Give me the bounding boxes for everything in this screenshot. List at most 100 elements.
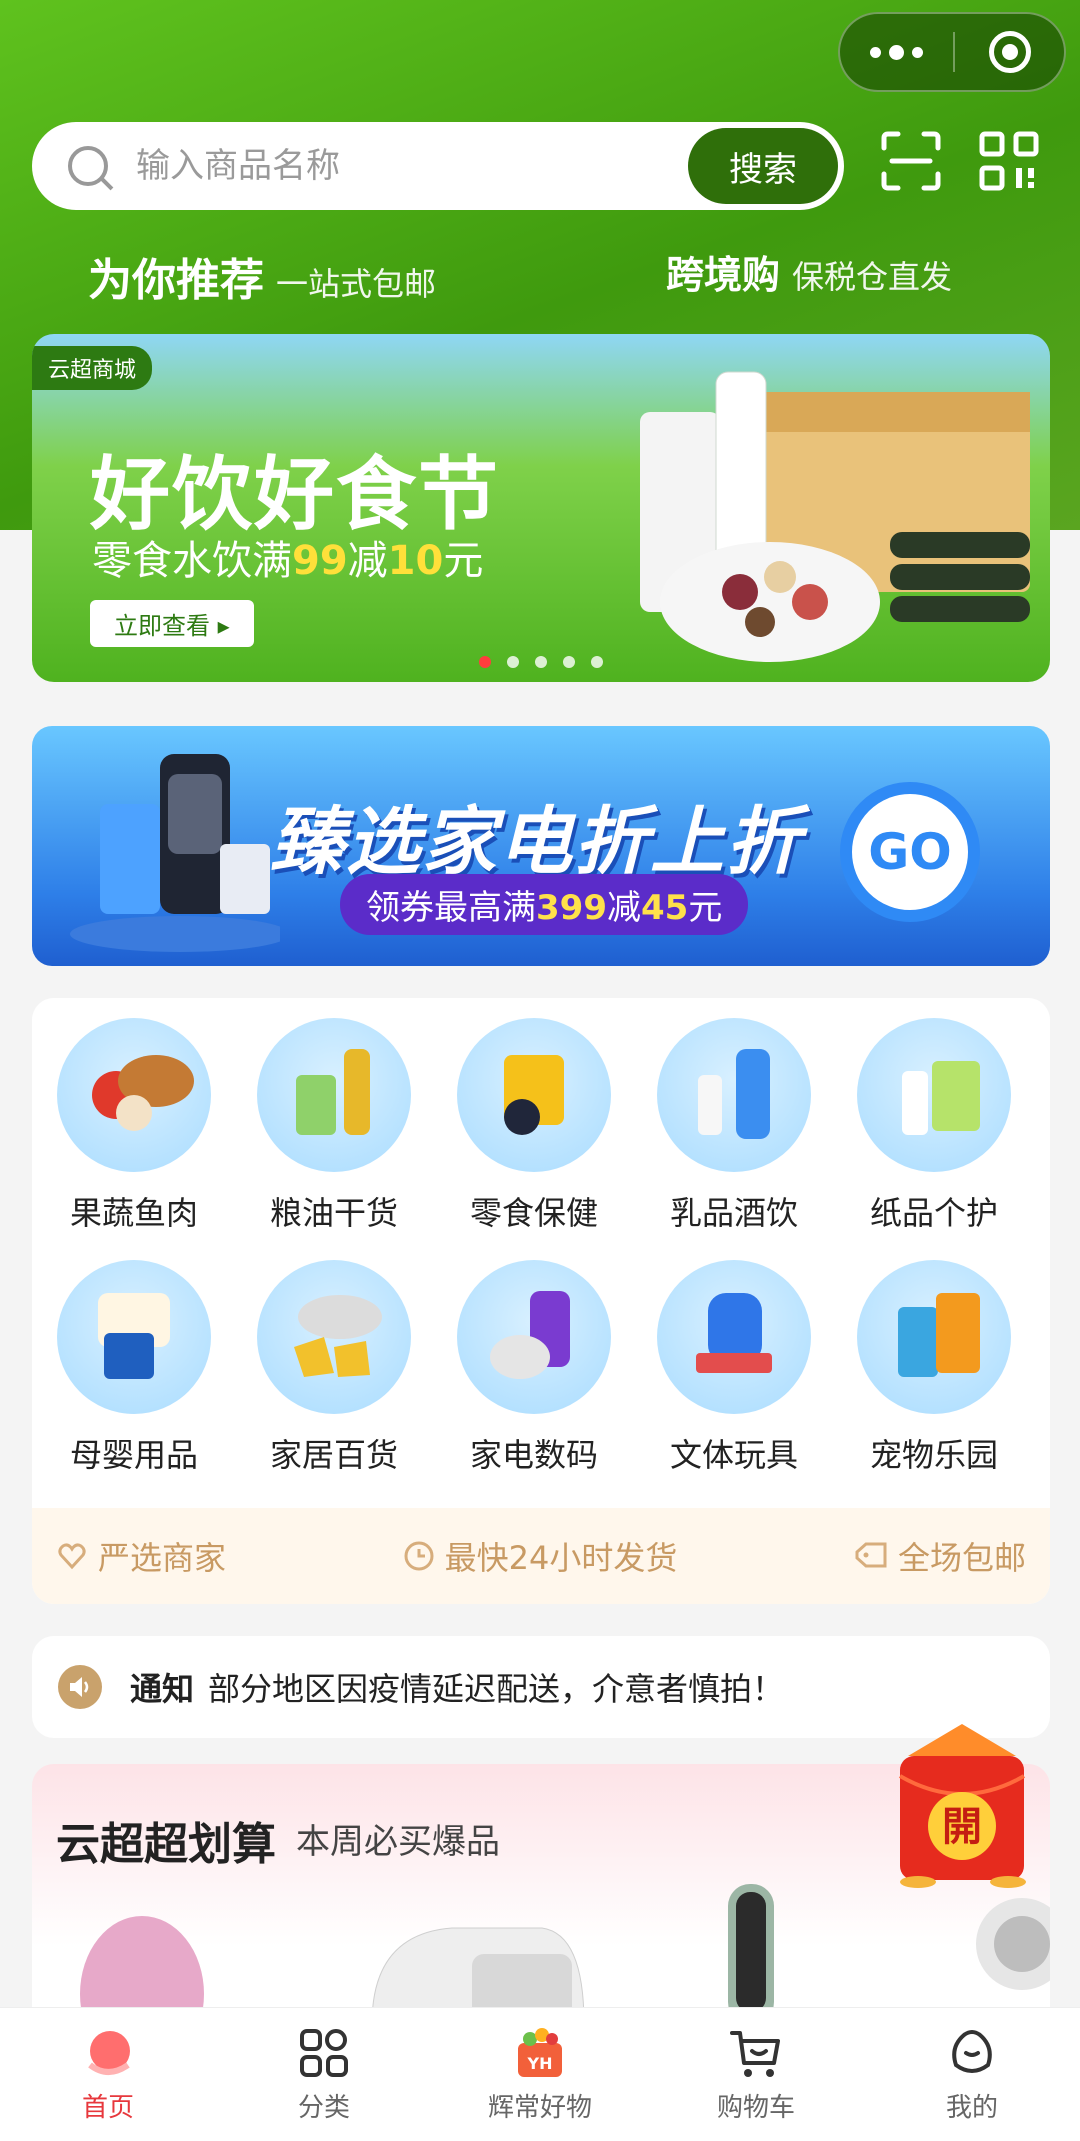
home-icon [88,2031,130,2075]
category-item[interactable]: 家电数码 [444,1260,624,1476]
tab-cart[interactable]: 购物车 [648,2008,864,2141]
category-label: 家电数码 [469,1436,598,1474]
cross-border-tab[interactable]: 跨境购 保税仓直发 [666,244,952,299]
category-image [857,1260,1011,1414]
category-card: 果蔬鱼肉 粮油干货 零食保健 乳品酒饮 纸品个护母婴用品 家居百货 家电数码 文体玩具 宠物乐园… [32,998,1050,1604]
profile-icon [952,2030,992,2073]
category-image [57,1018,211,1172]
deals-title: 云超超划算 [56,1819,276,1870]
go-button[interactable]: GO [840,782,980,922]
home-goods-icon [294,1295,382,1377]
category-label: 宠物乐园 [869,1436,998,1474]
speaker-icon [58,1665,102,1709]
tab-category[interactable]: 分类 [216,2008,432,2141]
feature-strip: 严选商家 最快24小时发货 全场包邮 [32,1508,1050,1604]
dairy-icon [698,1049,770,1139]
category-item[interactable]: 粮油干货 [244,1018,424,1234]
category-item[interactable]: 宠物乐园 [844,1260,1024,1476]
red-packet-button[interactable]: 開 [878,1716,1046,1888]
scan-icon[interactable] [880,130,942,192]
shopping-cart-icon [730,2031,780,2077]
banner-indicator-dot [479,656,491,668]
snack-products-image [640,371,1030,662]
bottom-tab-bar: 首页 分类 YH 辉常好物 购物车 我的 [0,2007,1080,2141]
more-menu-button[interactable] [840,14,953,90]
category-grid-icon [300,2029,348,2077]
banner-subtitle: 零食水饮满99减10元 [92,538,484,584]
miniprogram-capsule [838,12,1066,92]
baby-icon [98,1293,170,1379]
category-item[interactable]: 纸品个护 [844,1018,1024,1234]
product-hair-dryer-image[interactable] [962,1894,1050,2024]
category-label: 粮油干货 [269,1194,398,1232]
category-label: 纸品个护 [869,1194,998,1232]
cross-border-title: 跨境购 [666,253,781,297]
category-label: 零食保健 [469,1194,598,1232]
category-item[interactable]: 果蔬鱼肉 [44,1018,224,1234]
target-icon [988,31,1031,73]
recommend-title: 为你推荐 [88,255,264,306]
category-item[interactable]: 零食保健 [444,1018,624,1234]
category-item[interactable]: 母婴用品 [44,1260,224,1476]
recommend-subtitle: 一站式包邮 [276,265,437,303]
category-label: 乳品酒饮 [669,1194,798,1232]
red-packet-label: 開 [942,1804,982,1850]
banner-indicator-dot [591,656,603,668]
category-label: 家居百货 [269,1436,398,1474]
mall-tag: 云超商城 [32,346,153,390]
view-now-button[interactable]: 立即查看 ▸ [90,600,254,647]
heart-icon [58,1543,86,1570]
category-label: 果蔬鱼肉 [69,1194,198,1232]
category-image [257,1018,411,1172]
notice-text: 部分地区因疫情延迟配送，介意者慎拍！ [208,1670,785,1708]
feature-free-shipping: 全场包邮 [854,1533,1026,1579]
category-label: 母婴用品 [69,1436,198,1474]
notice-label: 通知 [130,1670,195,1708]
category-image [657,1018,811,1172]
product-hair-brush-image[interactable] [712,1874,792,2024]
promo-subtitle: 领券最高满399减45元 [340,874,749,935]
category-item[interactable]: 乳品酒饮 [644,1018,824,1234]
category-image [457,1260,611,1414]
appliance-icon [490,1291,570,1379]
category-image [657,1260,811,1414]
pet-icon [898,1293,980,1377]
toy-icon [696,1293,772,1373]
search-button[interactable]: 搜索 [688,128,838,204]
clock-icon [404,1541,434,1571]
svg-text:YH: YH [527,2054,553,2073]
search-input[interactable] [136,146,656,186]
feature-selected-merchants: 严选商家 [56,1533,226,1579]
search-icon [68,146,108,186]
banner-indicator-dot [535,656,547,668]
qr-code-icon[interactable] [978,130,1040,192]
search-bar: 搜索 [32,122,844,210]
paper-care-icon [902,1061,980,1135]
tab-home[interactable]: 首页 [0,2008,216,2141]
fruit-meat-icon [92,1055,194,1131]
deals-subtitle: 本周必买爆品 [296,1822,500,1862]
cross-border-subtitle: 保税仓直发 [792,258,953,296]
snack-icon [504,1055,564,1135]
appliance-promo-banner[interactable]: 臻选家电折上折 领券最高满399减45元 GO [32,726,1050,966]
tab-profile[interactable]: 我的 [864,2008,1080,2141]
banner-indicator-dot [563,656,575,668]
main-banner[interactable]: 云超商城 好饮好食节 零食水饮满99减10元 立即查看 ▸ [32,334,1050,682]
category-label: 文体玩具 [669,1436,798,1474]
category-image [457,1018,611,1172]
category-image [57,1260,211,1414]
banner-indicators [32,656,1050,668]
category-image [857,1018,1011,1172]
blender-image [70,754,280,952]
recommend-tab[interactable]: 为你推荐 一站式包邮 [88,244,436,308]
category-item[interactable]: 家居百货 [244,1260,424,1476]
category-image [257,1260,411,1414]
category-item[interactable]: 文体玩具 [644,1260,824,1476]
tab-featured-goods[interactable]: YH 辉常好物 [432,2008,648,2141]
promo-title: 臻选家电折上折 [270,799,802,885]
grain-oil-icon [296,1049,370,1135]
banner-indicator-dot [507,656,519,668]
close-miniprogram-button[interactable] [955,31,1064,73]
gift-basket-icon: YH [518,2028,562,2077]
tag-icon [855,1542,887,1568]
